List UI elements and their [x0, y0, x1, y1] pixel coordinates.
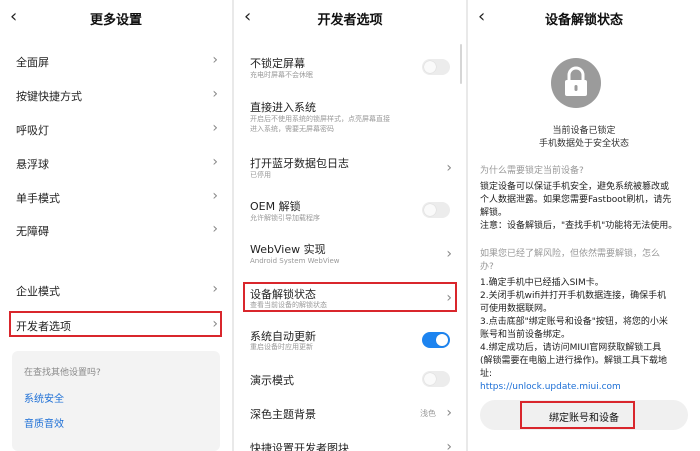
header: ‹ 开发者选项	[234, 0, 466, 36]
settings-item-full-screen[interactable]: 全面屏 ›	[0, 50, 232, 72]
dev-item-quick-settings-tiles[interactable]: 快捷设置开发者图块 ›	[234, 438, 466, 451]
settings-item-breathing-light[interactable]: 呼吸灯 ›	[0, 118, 232, 140]
dev-item-oem-unlock[interactable]: OEM 解锁 允许解锁引导加载程序	[234, 198, 466, 226]
item-label: 打开蓝牙数据包日志	[250, 157, 349, 170]
step-line: 账号和当前设备绑定。	[480, 330, 571, 340]
dev-item-direct-boot[interactable]: 直接进入系统 开启后不使用系统的锁屏样式，点亮屏幕直接 进入系统，需要无屏幕密码	[234, 99, 466, 137]
why-question: 为什么需要锁定当前设备?	[480, 166, 584, 176]
why-line-3: 解锁。	[480, 208, 508, 218]
page-title: 开发者选项	[317, 13, 383, 28]
step-line: 2.关闭手机wifi并打开手机数据连接，确保手机	[480, 291, 667, 301]
auto-update-toggle[interactable]	[422, 332, 450, 348]
dark-theme-value: 浅色	[420, 409, 436, 418]
settings-item-floating-ball[interactable]: 悬浮球 ›	[0, 152, 232, 174]
chevron-right-icon: ›	[212, 120, 218, 136]
chevron-right-icon: ›	[446, 439, 452, 451]
status-line-1: 当前设备已锁定	[552, 126, 616, 136]
item-label: 无障碍	[16, 225, 49, 238]
settings-item-accessibility[interactable]: 无障碍 ›	[0, 219, 232, 241]
why-line-1: 锁定设备可以保证手机安全，避免系统被篡改或	[480, 182, 670, 192]
step-line: (解锁需要在电脑上进行操作)。解锁工具下载地	[480, 356, 668, 366]
step-line: 可使用数据联网。	[480, 304, 553, 314]
search-suggestion-card: 在查找其他设置吗? 系统安全 音质音效	[12, 351, 220, 451]
item-subtitle: 进入系统，需要无屏幕密码	[250, 125, 334, 133]
step-line: 4.绑定成功后，请访问MIUI官网获取解锁工具	[480, 343, 662, 353]
step-line: 3.点击底部"绑定账号和设备"按钮，将您的小米	[480, 317, 668, 327]
chevron-right-icon: ›	[212, 281, 218, 297]
item-label: 快捷设置开发者图块	[250, 442, 349, 451]
q2-line-2: 办?	[480, 262, 494, 272]
settings-item-one-handed[interactable]: 单手模式 ›	[0, 186, 232, 208]
developer-options-panel: ‹ 开发者选项 不锁定屏幕 充电时屏幕不会休眠 直接进入系统 开启后不使用系统的…	[234, 0, 466, 451]
item-label: 不锁定屏幕	[250, 57, 305, 70]
more-settings-panel: ‹ 更多设置 全面屏 › 按键快捷方式 › 呼吸灯 › 悬浮球 › 单手模式 ›…	[0, 0, 232, 451]
item-subtitle: 开启后不使用系统的锁屏样式，点亮屏幕直接	[250, 115, 390, 123]
item-label: WebView 实现	[250, 243, 326, 256]
why-line-2: 个人数据泄露。如果您需要Fastboot刷机，请先	[480, 195, 672, 205]
item-label: 深色主题背景	[250, 408, 316, 421]
step-line: 1.确定手机中已经插入SIM卡。	[480, 278, 604, 288]
q2-line-1: 如果您已经了解风险，但依然需要解锁，怎么	[480, 249, 661, 259]
item-subtitle: 充电时屏幕不会休眠	[250, 71, 313, 79]
dev-item-webview[interactable]: WebView 实现 Android System WebView ›	[234, 241, 466, 269]
dev-item-stay-awake[interactable]: 不锁定屏幕 充电时屏幕不会休眠	[234, 54, 466, 84]
item-subtitle: 允许解锁引导加载程序	[250, 214, 320, 222]
header: ‹ 设备解锁状态	[468, 0, 700, 36]
oem-unlock-toggle[interactable]	[422, 202, 450, 218]
chevron-right-icon: ›	[212, 86, 218, 102]
dev-item-bluetooth-hci-log[interactable]: 打开蓝牙数据包日志 已停用 ›	[234, 155, 466, 183]
settings-item-button-shortcuts[interactable]: 按键快捷方式 ›	[0, 84, 232, 106]
highlight-box	[243, 282, 457, 312]
stay-awake-toggle[interactable]	[422, 59, 450, 75]
item-label: 直接进入系统	[250, 101, 316, 114]
item-label: 按键快捷方式	[16, 90, 82, 103]
unlock-url-link[interactable]: https://unlock.update.miui.com	[480, 381, 690, 393]
highlight-box	[520, 401, 635, 429]
dev-item-demo-mode[interactable]: 演示模式	[234, 370, 466, 390]
step-line: 址:	[480, 369, 493, 379]
item-subtitle: Android System WebView	[250, 257, 340, 265]
demo-mode-toggle[interactable]	[422, 371, 450, 387]
why-line-4: 注意：设备解锁后，"查找手机"功能将无法使用。	[480, 221, 678, 231]
item-label: 悬浮球	[16, 158, 49, 171]
header: ‹ 更多设置	[0, 0, 232, 36]
dev-item-dark-theme[interactable]: 深色主题背景 浅色 ›	[234, 404, 466, 424]
chevron-right-icon: ›	[446, 246, 452, 262]
chevron-right-icon: ›	[446, 160, 452, 176]
item-label: 企业模式	[16, 285, 60, 298]
item-label: 演示模式	[250, 374, 294, 387]
chevron-right-icon: ›	[212, 154, 218, 170]
link-sound-effects[interactable]: 音质音效	[24, 415, 64, 430]
item-label: OEM 解锁	[250, 200, 301, 213]
chevron-right-icon: ›	[212, 188, 218, 204]
item-label: 全面屏	[16, 56, 49, 69]
chevron-right-icon: ›	[212, 52, 218, 68]
search-question: 在查找其他设置吗?	[24, 368, 101, 378]
link-system-security[interactable]: 系统安全	[24, 390, 64, 405]
item-subtitle: 已停用	[250, 171, 271, 179]
page-title: 更多设置	[89, 13, 142, 28]
dev-item-auto-system-update[interactable]: 系统自动更新 重启设备时应用更新	[234, 328, 466, 354]
highlight-box	[9, 311, 222, 337]
settings-item-enterprise-mode[interactable]: 企业模式 ›	[0, 279, 232, 301]
page-title: 设备解锁状态	[544, 13, 623, 28]
chevron-right-icon: ›	[212, 221, 218, 237]
item-label: 呼吸灯	[16, 124, 49, 137]
chevron-right-icon: ›	[446, 405, 452, 421]
status-line-2: 手机数据处于安全状态	[538, 139, 629, 149]
lock-icon	[551, 58, 601, 108]
item-subtitle: 重启设备时应用更新	[250, 343, 313, 351]
item-label: 单手模式	[16, 192, 60, 205]
device-unlock-status-panel: ‹ 设备解锁状态 当前设备已锁定 手机数据处于安全状态 为什么需要锁定当前设备?…	[468, 0, 700, 451]
